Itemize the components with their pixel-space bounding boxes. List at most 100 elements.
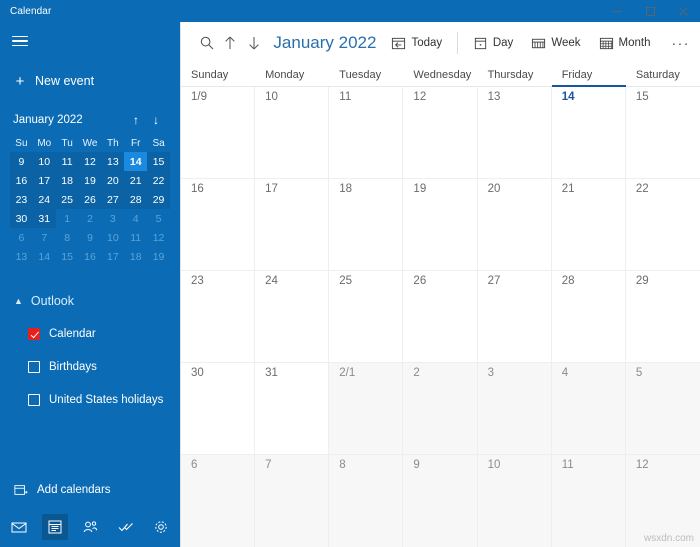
mini-day-cell[interactable]: 11 <box>56 152 79 171</box>
maximize-button[interactable] <box>634 0 667 22</box>
calendar-checkbox[interactable] <box>28 394 40 406</box>
mini-day-cell[interactable]: 4 <box>124 209 147 228</box>
mini-day-cell[interactable]: 17 <box>33 171 56 190</box>
mini-day-cell[interactable]: 16 <box>79 247 102 266</box>
calendar-day-cell[interactable]: 10 <box>477 455 552 547</box>
mini-day-cell[interactable]: 29 <box>147 190 170 209</box>
new-event-button[interactable]: + New event <box>0 66 180 96</box>
calendar-day-cell[interactable]: 22 <box>625 179 700 270</box>
today-button[interactable]: Today <box>382 29 451 57</box>
calendar-day-cell[interactable]: 2/1 <box>329 363 404 454</box>
calendar-day-cell[interactable]: 4 <box>551 363 626 454</box>
mini-day-cell[interactable]: 17 <box>101 247 124 266</box>
calendar-day-cell[interactable]: 18 <box>329 179 404 270</box>
mini-day-cell[interactable]: 23 <box>10 190 33 209</box>
minimize-button[interactable] <box>601 0 634 22</box>
calendar-day-cell[interactable]: 31 <box>255 363 330 454</box>
calendar-day-cell[interactable]: 28 <box>551 271 626 362</box>
mini-day-cell[interactable]: 12 <box>147 228 170 247</box>
mini-day-cell[interactable]: 19 <box>79 171 102 190</box>
close-button[interactable] <box>667 0 700 22</box>
mini-day-cell[interactable]: 22 <box>147 171 170 190</box>
mini-day-cell[interactable]: 25 <box>56 190 79 209</box>
mini-day-cell[interactable]: 2 <box>79 209 102 228</box>
view-day-button[interactable]: Day <box>464 29 522 57</box>
mini-day-cell[interactable]: 18 <box>56 171 79 190</box>
mini-day-cell[interactable]: 15 <box>147 152 170 171</box>
mini-day-cell[interactable]: 18 <box>124 247 147 266</box>
calendar-list-item[interactable]: Birthdays <box>14 356 166 378</box>
mini-day-cell[interactable]: 1 <box>56 209 79 228</box>
toolbar-overflow-button[interactable]: ··· <box>661 29 700 57</box>
menu-button[interactable] <box>0 24 40 58</box>
calendar-day-cell[interactable]: 8 <box>329 455 404 547</box>
calendar-day-cell[interactable]: 23 <box>181 271 256 362</box>
mini-day-cell[interactable]: 13 <box>10 247 33 266</box>
calendar-list-item[interactable]: Calendar <box>14 323 166 345</box>
mini-day-cell[interactable]: 15 <box>56 247 79 266</box>
calendar-day-cell[interactable]: 16 <box>181 179 256 270</box>
mini-next-button[interactable]: ↓ <box>153 114 159 126</box>
mini-day-cell[interactable]: 26 <box>79 190 102 209</box>
calendar-day-cell[interactable]: 26 <box>403 271 478 362</box>
mini-day-cell[interactable]: 24 <box>33 190 56 209</box>
calendar-day-cell[interactable]: 7 <box>255 455 330 547</box>
view-month-button[interactable]: Month <box>590 29 660 57</box>
calendar-day-cell[interactable]: 24 <box>255 271 330 362</box>
previous-month-button[interactable] <box>218 28 241 58</box>
mini-day-cell[interactable]: 20 <box>101 171 124 190</box>
mini-day-cell[interactable]: 10 <box>33 152 56 171</box>
next-month-button[interactable] <box>242 28 265 58</box>
mini-day-cell[interactable]: 11 <box>124 228 147 247</box>
mini-day-cell[interactable]: 19 <box>147 247 170 266</box>
calendar-day-cell[interactable]: 10 <box>255 87 330 178</box>
calendar-day-cell[interactable]: 15 <box>625 87 700 178</box>
calendar-day-cell[interactable]: 6 <box>181 455 256 547</box>
mini-day-cell[interactable]: 10 <box>101 228 124 247</box>
calendar-day-cell[interactable]: 29 <box>625 271 700 362</box>
mini-day-cell[interactable]: 9 <box>79 228 102 247</box>
todo-app-button[interactable] <box>113 514 139 540</box>
add-calendars-button[interactable]: Add calendars <box>0 477 180 503</box>
calendar-day-cell[interactable]: 30 <box>181 363 256 454</box>
mini-day-cell[interactable]: 5 <box>147 209 170 228</box>
mini-prev-button[interactable]: ↑ <box>133 114 139 126</box>
mini-day-cell[interactable]: 31 <box>33 209 56 228</box>
mini-day-cell[interactable]: 27 <box>101 190 124 209</box>
mini-day-cell[interactable]: 9 <box>10 152 33 171</box>
calendar-day-cell[interactable]: 17 <box>255 179 330 270</box>
view-week-button[interactable]: Week <box>522 29 589 57</box>
calendar-checkbox[interactable] <box>28 328 40 340</box>
calendar-checkbox[interactable] <box>28 361 40 373</box>
account-outlook-header[interactable]: ▲ Outlook <box>14 290 166 312</box>
mail-app-button[interactable] <box>6 514 32 540</box>
calendar-day-cell[interactable]: 25 <box>329 271 404 362</box>
mini-day-cell[interactable]: 6 <box>10 228 33 247</box>
mini-day-cell[interactable]: 28 <box>124 190 147 209</box>
mini-day-cell[interactable]: 8 <box>56 228 79 247</box>
calendar-day-cell[interactable]: 13 <box>477 87 552 178</box>
mini-day-cell[interactable]: 12 <box>79 152 102 171</box>
calendar-day-cell[interactable]: 11 <box>551 455 626 547</box>
mini-day-cell[interactable]: 13 <box>101 152 124 171</box>
mini-day-cell[interactable]: 14 <box>33 247 56 266</box>
mini-day-cell[interactable]: 3 <box>101 209 124 228</box>
calendar-day-cell[interactable]: 27 <box>477 271 552 362</box>
people-app-button[interactable] <box>77 514 103 540</box>
calendar-day-cell[interactable]: 9 <box>403 455 478 547</box>
search-button[interactable] <box>195 28 218 58</box>
mini-day-cell[interactable]: 16 <box>10 171 33 190</box>
settings-button[interactable] <box>148 514 174 540</box>
calendar-day-cell[interactable]: 11 <box>329 87 404 178</box>
calendar-day-cell[interactable]: 19 <box>403 179 478 270</box>
calendar-day-cell[interactable]: 21 <box>551 179 626 270</box>
mini-day-cell[interactable]: 30 <box>10 209 33 228</box>
calendar-day-cell[interactable]: 3 <box>477 363 552 454</box>
calendar-day-cell[interactable]: 1/9 <box>181 87 256 178</box>
calendar-day-cell[interactable]: 5 <box>625 363 700 454</box>
calendar-app-button[interactable] <box>41 514 68 540</box>
calendar-day-cell[interactable]: 20 <box>477 179 552 270</box>
calendar-day-cell[interactable]: 2 <box>403 363 478 454</box>
calendar-day-cell[interactable]: 12 <box>403 87 478 178</box>
mini-day-cell[interactable]: 21 <box>124 171 147 190</box>
